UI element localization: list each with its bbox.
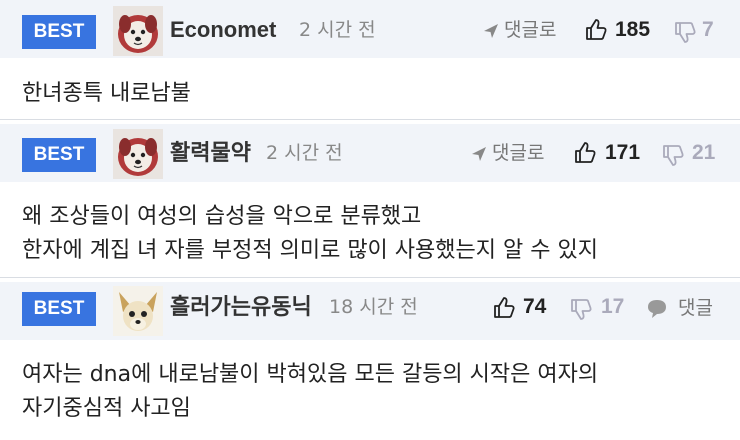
timestamp: 2 시간 전 [266,142,343,164]
speech-bubble-icon[interactable] [645,297,669,321]
thumbs-up-icon[interactable] [584,18,608,42]
best-badge: BEST [22,15,96,49]
timestamp: 2 시간 전 [299,19,376,41]
comment-text-line: 왜 조상들이 여성의 습성을 악으로 분류했고 [22,204,422,229]
like-count: 74 [523,295,547,318]
thumbs-down-icon[interactable] [661,143,685,167]
dislike-count: 7 [702,18,714,41]
username[interactable]: 흘러가는유동닉 [170,290,312,324]
comment-text-line: 자기중심적 사고임 [22,396,191,421]
comment-3: BEST 흘러가는유동닉 18 시간 전 74 17 댓글 여자는 dna에 내… [0,278,740,440]
chihuahua-avatar-icon[interactable] [113,286,163,336]
comment-2: BEST 활력물약 2 시간 전 댓글로 171 21 왜 조상들이 여성의 습… [0,120,740,278]
like-count: 171 [605,141,641,164]
dislike-count: 21 [692,141,716,164]
send-arrow-icon [484,23,498,38]
timestamp: 18 시간 전 [329,296,418,318]
username[interactable]: 활력물약 [170,136,251,170]
username[interactable]: Economet [170,13,276,47]
reply-button[interactable]: 댓글로 [482,13,556,47]
comment-text-line: 한자에 계집 녀 자를 부정적 의미로 많이 사용했는지 알 수 있지 [22,238,598,263]
comment-button-label[interactable]: 댓글 [678,291,713,325]
best-badge: BEST [22,138,96,172]
thumbs-up-icon[interactable] [573,141,597,165]
send-arrow-icon [472,146,486,161]
comment-text-line: 여자는 dna에 내로남불이 박혀있음 모든 갈등의 시작은 여자의 [22,362,599,387]
thumbs-down-icon[interactable] [673,20,697,44]
dog-avatar-icon[interactable] [113,129,163,179]
thumbs-down-icon[interactable] [569,297,593,321]
reply-label: 댓글로 [504,19,557,41]
like-count: 185 [615,18,651,41]
dog-avatar-icon[interactable] [113,6,163,56]
reply-label: 댓글로 [492,142,545,164]
best-badge: BEST [22,292,96,326]
dislike-count: 17 [601,295,625,318]
comment-text-line: 한녀종특 내로남불 [22,81,191,106]
thumbs-up-icon[interactable] [492,296,516,320]
comment-1: BEST Economet 2 시간 전 댓글로 185 7 한녀종특 내로남불 [0,0,740,120]
reply-button[interactable]: 댓글로 [470,136,544,170]
